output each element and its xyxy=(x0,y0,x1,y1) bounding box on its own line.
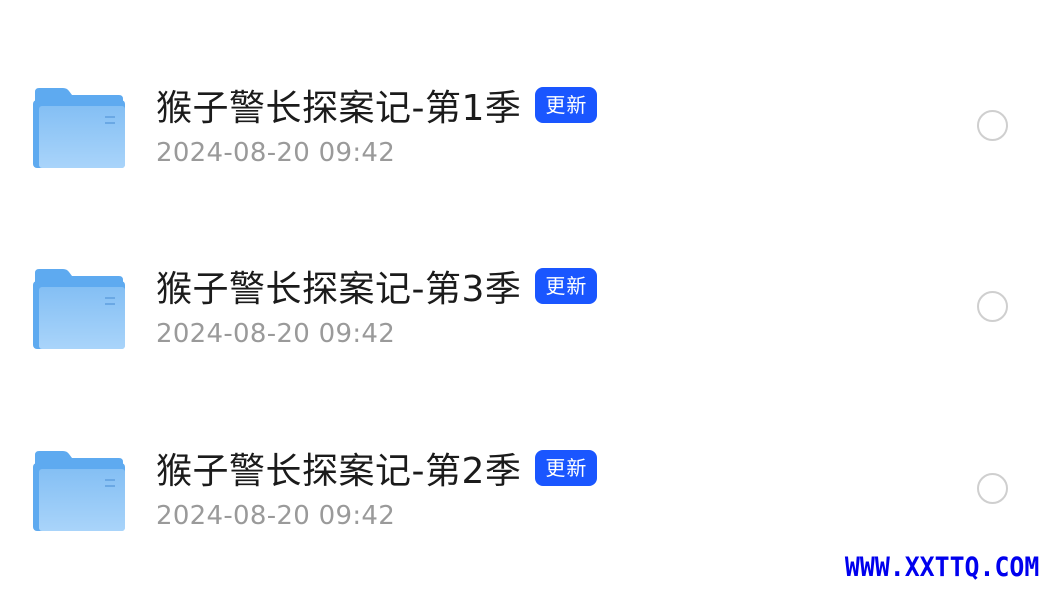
update-badge: 更新 xyxy=(535,450,598,486)
folder-icon xyxy=(33,86,125,168)
update-badge: 更新 xyxy=(535,87,598,123)
select-radio[interactable] xyxy=(977,473,1008,504)
folder-icon xyxy=(33,267,125,349)
file-row[interactable]: 猴子警长探案记-第3季 更新 2024-08-20 09:42 xyxy=(0,234,1045,384)
file-name-line: 猴子警长探案记-第3季 更新 xyxy=(156,262,598,310)
file-date: 2024-08-20 09:42 xyxy=(156,501,396,531)
file-name-line: 猴子警长探案记-第1季 更新 xyxy=(156,81,598,129)
file-date: 2024-08-20 09:42 xyxy=(156,138,396,168)
file-row[interactable]: 猴子警长探案记-第2季 更新 2024-08-20 09:42 xyxy=(0,416,1045,566)
file-date: 2024-08-20 09:42 xyxy=(156,319,396,349)
update-badge: 更新 xyxy=(535,268,598,304)
file-name: 猴子警长探案记-第1季 xyxy=(156,88,522,129)
file-name-line: 猴子警长探案记-第2季 更新 xyxy=(156,444,598,492)
file-list: 猴子警长探案记-第1季 更新 2024-08-20 09:42 猴子警长探案记-… xyxy=(0,0,1045,589)
file-row[interactable]: 猴子警长探案记-第1季 更新 2024-08-20 09:42 xyxy=(0,53,1045,203)
file-name: 猴子警长探案记-第2季 xyxy=(156,451,522,492)
folder-icon xyxy=(33,449,125,531)
watermark-text: WWW.XXTTQ.COM xyxy=(844,552,1039,583)
file-name: 猴子警长探案记-第3季 xyxy=(156,269,522,310)
select-radio[interactable] xyxy=(977,110,1008,141)
select-radio[interactable] xyxy=(977,291,1008,322)
